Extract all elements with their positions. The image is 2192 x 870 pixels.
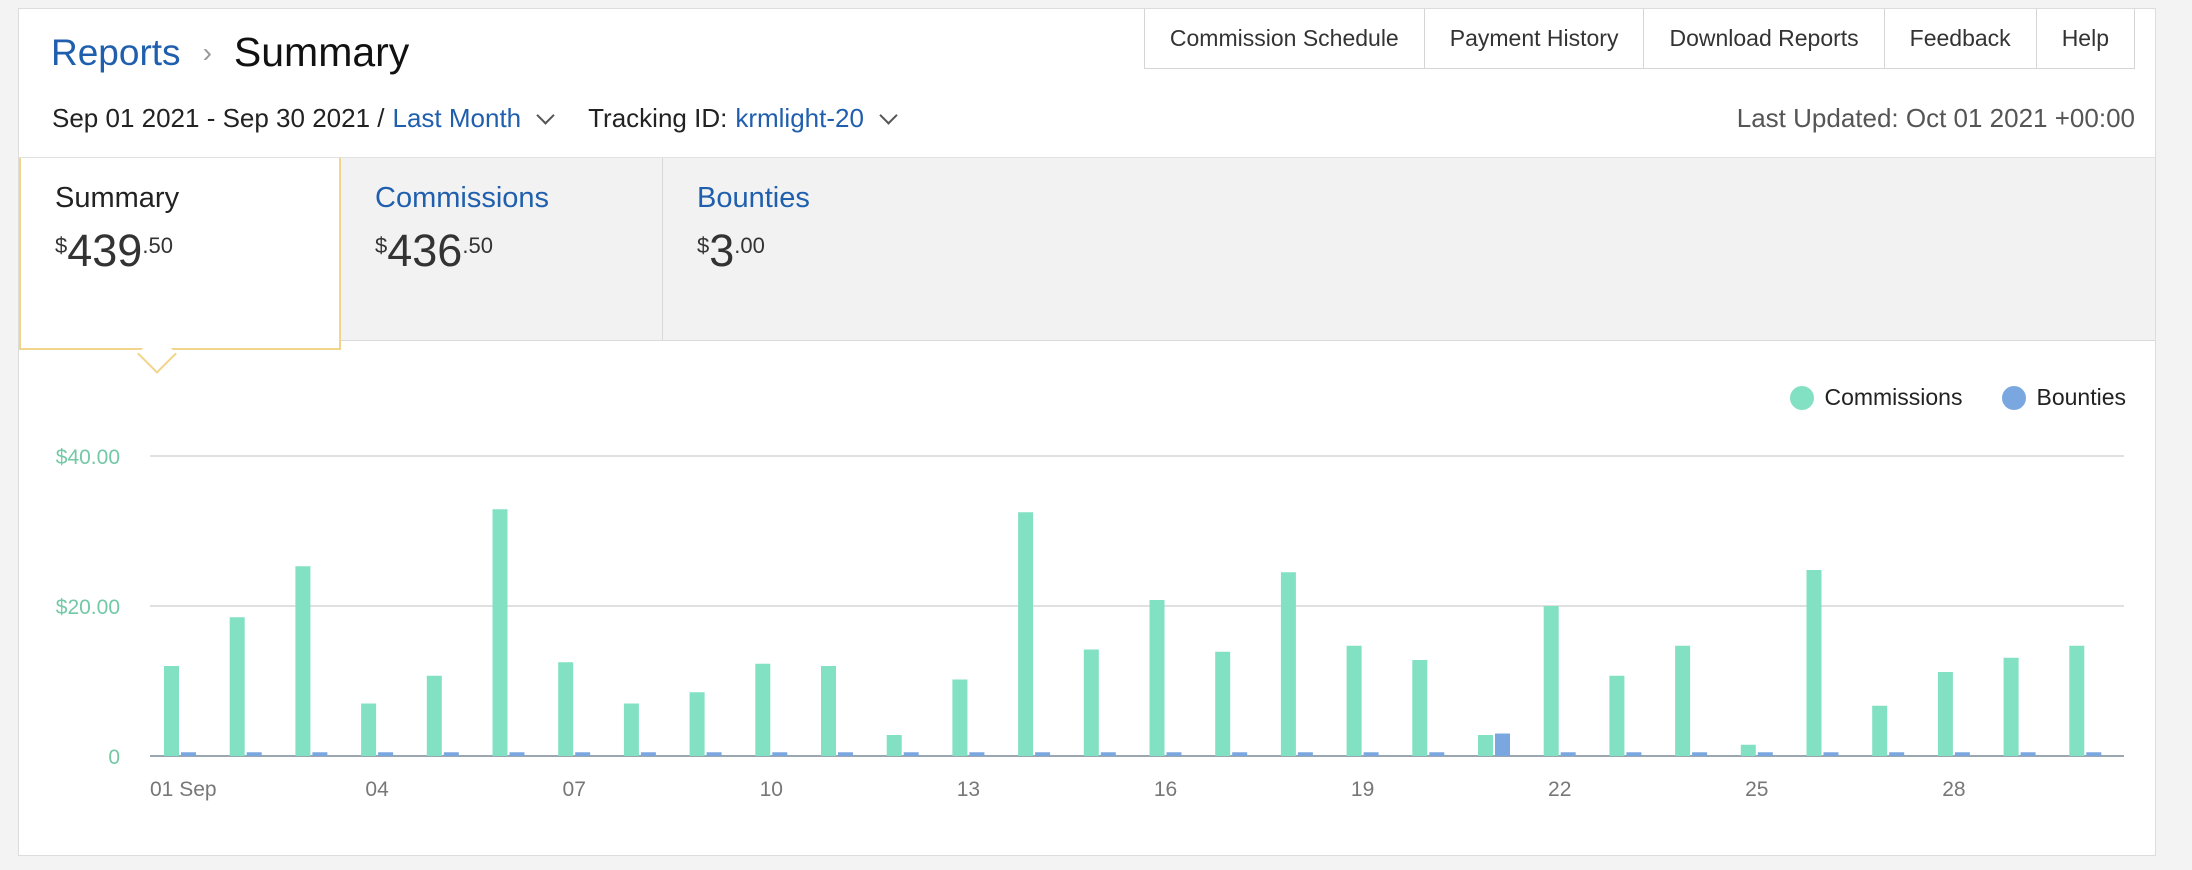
chevron-right-icon: › — [202, 36, 212, 68]
legend-commissions-label: Commissions — [1824, 384, 1963, 410]
summary-card: Reports › Summary Commission Schedule Pa… — [18, 8, 2156, 856]
legend-commissions[interactable]: Commissions — [1790, 384, 1962, 411]
amount-cents: .00 — [734, 233, 765, 258]
amount-whole: 436 — [387, 225, 463, 276]
legend-bounties[interactable]: Bounties — [2002, 384, 2126, 411]
chevron-down-icon[interactable] — [536, 106, 555, 125]
amount-cents: .50 — [142, 233, 173, 258]
summary-tabs: Summary $439.50 Commissions $436.50 Boun… — [19, 157, 2155, 350]
tab-bounties-label: Bounties — [697, 182, 810, 214]
help-button[interactable]: Help — [2035, 9, 2135, 69]
tracking-id-label: Tracking ID: — [588, 103, 728, 133]
tab-bounties[interactable]: Bounties $3.00 — [663, 158, 985, 340]
tab-summary[interactable]: Summary $439.50 — [19, 158, 341, 350]
feedback-button[interactable]: Feedback — [1883, 9, 2037, 69]
currency-symbol: $ — [55, 233, 68, 258]
download-reports-button[interactable]: Download Reports — [1643, 9, 1885, 69]
amount-whole: 439 — [67, 225, 143, 276]
commissions-amount: $436.50 — [375, 225, 662, 276]
tab-commissions-label: Commissions — [375, 182, 550, 214]
summary-amount: $439.50 — [55, 225, 339, 276]
amount-cents: .50 — [462, 233, 493, 258]
legend-bounties-dot — [2002, 385, 2027, 410]
commission-schedule-button[interactable]: Commission Schedule — [1143, 9, 1425, 69]
last-updated: Last Updated: Oct 01 2021 +00:00 — [1736, 103, 2135, 133]
breadcrumb: Reports › Summary — [51, 29, 409, 76]
page-title: Summary — [233, 29, 410, 75]
tracking-id-dropdown[interactable]: krmlight-20 — [735, 103, 864, 134]
period-dropdown[interactable]: Last Month — [393, 103, 522, 134]
payment-history-button[interactable]: Payment History — [1423, 9, 1645, 69]
tab-summary-label: Summary — [55, 182, 180, 214]
breadcrumb-reports-link[interactable]: Reports — [51, 32, 181, 74]
legend-bounties-label: Bounties — [2036, 384, 2126, 410]
legend-commissions-dot — [1790, 385, 1815, 410]
chart-legend: Commissions Bounties — [1750, 384, 2126, 411]
filter-bar: Sep 01 2021 - Sep 30 2021 / Last Month T… — [52, 103, 898, 134]
chevron-down-icon[interactable] — [879, 106, 898, 125]
currency-symbol: $ — [697, 233, 710, 258]
tab-commissions[interactable]: Commissions $436.50 — [341, 158, 663, 340]
currency-symbol: $ — [375, 233, 388, 258]
amount-whole: 3 — [709, 225, 735, 276]
bounties-amount: $3.00 — [697, 225, 985, 276]
top-nav: Commission Schedule Payment History Down… — [1143, 9, 2135, 69]
date-range: Sep 01 2021 - Sep 30 2021 / — [52, 103, 385, 133]
